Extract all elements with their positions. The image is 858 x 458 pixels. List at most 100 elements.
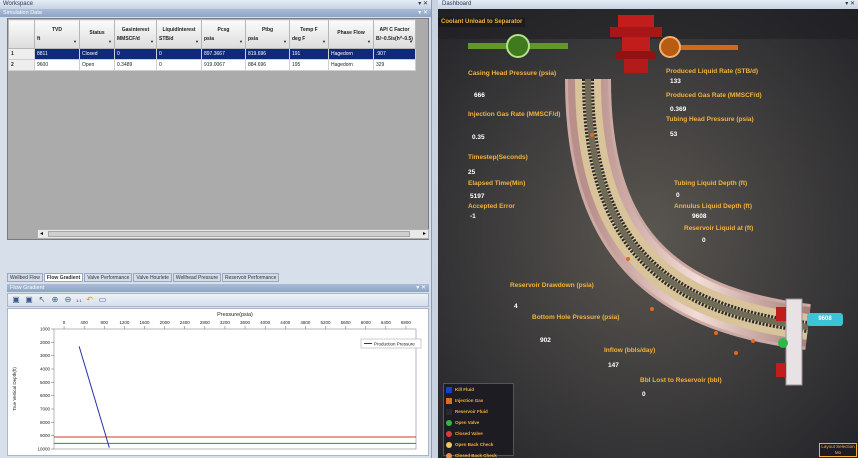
metric-value: 0.369 (670, 106, 687, 113)
pin-icon[interactable]: ▾ ✕ (845, 0, 855, 9)
metric-value: 147 (608, 362, 619, 369)
row-index[interactable]: 2 (8, 59, 35, 71)
x-tick-label: 800 (101, 320, 109, 325)
column-header-label: TVD (52, 26, 62, 33)
undo-icon[interactable]: ↶ (85, 295, 95, 305)
table-row[interactable]: 1 8811 Closed 0 0 897.3667 819.696 191 Hagedorn.… (8, 48, 416, 60)
filter-dropdown-icon[interactable]: ▼ (283, 39, 287, 44)
table-cell[interactable]: Closed (79, 48, 115, 60)
table-cell[interactable]: 329 (373, 59, 416, 71)
column-header[interactable]: Pcsg psia ▼ (201, 19, 246, 49)
column-header[interactable]: Ptbg psia ▼ (245, 19, 290, 49)
zoom-level[interactable]: 1:1 (76, 298, 82, 303)
filter-dropdown-icon[interactable]: ▼ (73, 39, 77, 44)
injection-valve-icon[interactable] (659, 36, 681, 58)
column-header[interactable]: Temp F deg F ▼ (289, 19, 329, 49)
metric-label: Reservoir Drawdown (psia) (510, 282, 594, 289)
table-cell[interactable]: Hagedorn (328, 48, 374, 60)
simulation-data-grid: TVD ft ▼ Status ▼ Gasinterest MMSCF/d ▼ LiquidIn… (7, 18, 429, 240)
square-swatch-icon (446, 386, 452, 393)
x-tick-label: 0 (63, 320, 66, 325)
y-tick-label: 7000 (40, 407, 51, 412)
scrollbar-thumb[interactable] (48, 231, 410, 237)
pin-icon[interactable]: ▾ ✕ (418, 9, 428, 17)
table-cell[interactable]: 9600 (34, 59, 80, 71)
table-cell[interactable]: Open (79, 59, 115, 71)
zoom-in-icon[interactable]: ⊕ (50, 295, 60, 305)
tab-valve-hourlete[interactable]: Valve Hourlete (133, 273, 172, 282)
legend-label: Closed Valve (455, 431, 483, 436)
column-header[interactable]: Phase Flow ▼ (328, 19, 374, 49)
layout-selection-button[interactable]: Layout Selection Mo (819, 443, 857, 457)
metric-label: Inflow (bbls/day) (604, 347, 656, 354)
depth-tag: 9608 (807, 313, 843, 326)
save-as-icon[interactable]: ▣ (24, 295, 34, 305)
metric-value: 0.35 (472, 134, 485, 141)
column-header-label: Temp F (300, 26, 318, 33)
column-header[interactable]: Gasinterest MMSCF/d ▼ (114, 19, 157, 49)
tab-wellhead-pressure[interactable]: Wellhead Pressure (172, 273, 222, 282)
separator-valve-icon[interactable] (506, 34, 530, 58)
filter-dropdown-icon[interactable]: ▼ (409, 39, 413, 44)
column-header[interactable]: Status ▼ (79, 19, 115, 49)
row-index[interactable]: 1 (8, 48, 35, 60)
column-header[interactable]: TVD ft ▼ (34, 19, 80, 49)
tab-flow-gradient[interactable]: Flow Gradient (43, 273, 84, 282)
table-cell[interactable]: 819.696 (245, 48, 290, 60)
x-tick-label: 6400 (381, 320, 392, 325)
filter-dropdown-icon[interactable]: ▼ (239, 39, 243, 44)
table-cell[interactable]: 191 (289, 48, 329, 60)
x-tick-label: 2400 (180, 320, 191, 325)
metric-label: Annulus Liquid Depth (ft) (674, 203, 752, 210)
table-cell[interactable]: Hagedorn (328, 59, 374, 71)
column-unit-label: MMSCF/d (117, 35, 140, 42)
workspace-title: Workspace (3, 1, 33, 7)
table-cell[interactable]: 897.3667 (201, 48, 246, 60)
x-tick-label: 3200 (220, 320, 231, 325)
legend-label: Kill Fluid (455, 387, 474, 392)
filter-dropdown-icon[interactable]: ▼ (322, 39, 326, 44)
tab-valve-performance[interactable]: Valve Performance (84, 273, 133, 282)
table-cell[interactable]: 0 (156, 59, 202, 71)
column-header-label: LiquidInterest (162, 26, 196, 33)
chart-svg: Pressure(psia) 0 400 800 1200 1600 2000 2400 280… (12, 312, 422, 452)
column-header[interactable]: LiquidInterest STB/d ▼ (156, 19, 202, 49)
circle-swatch-icon (446, 452, 452, 458)
save-icon[interactable]: ▣ (11, 295, 21, 305)
column-header[interactable]: API C Factor B/~0.5/s(h^-0.5) ▼ (373, 19, 416, 49)
filter-dropdown-icon[interactable]: ▼ (150, 39, 154, 44)
table-cell[interactable]: 919.0067 (201, 59, 246, 71)
table-cell[interactable]: .907 (373, 48, 416, 60)
legend-item: Closed Back Check (444, 450, 513, 458)
table-cell[interactable]: 0.3489 (114, 59, 157, 71)
metric-value: 0 (702, 237, 706, 244)
metric-label: Tubing Head Pressure (psia) (666, 116, 754, 123)
legend-label: Open Back Check (455, 442, 494, 447)
table-cell[interactable]: 0 (156, 48, 202, 60)
table-row[interactable]: 2 9600 Open 0.3489 0 919.0067 884.696 195 Hagedo… (8, 59, 416, 71)
metric-value: 0 (642, 391, 646, 398)
scroll-right-icon[interactable]: ▸ (423, 230, 426, 239)
pin-icon[interactable]: ▾ ✕ (418, 0, 428, 9)
legend-label: Injection Gas (455, 398, 484, 403)
zoom-out-icon[interactable]: ⊖ (63, 295, 73, 305)
open-valve-icon[interactable] (778, 338, 788, 348)
scroll-left-icon[interactable]: ◂ (40, 230, 43, 239)
pin-icon[interactable]: ▾ ✕ (416, 284, 426, 292)
tab-reservoir-performance[interactable]: Reservoir Performance (222, 273, 280, 282)
horizontal-scrollbar[interactable]: ◂ ▸ (37, 229, 429, 239)
table-cell[interactable]: 8811 (34, 48, 80, 60)
filter-dropdown-icon[interactable]: ▼ (195, 39, 199, 44)
y-tick-label: 6000 (40, 393, 51, 398)
reset-icon[interactable]: ▭ (98, 295, 108, 305)
bottom-tabs: Wellbed Flow Flow Gradient Valve Performan… (7, 273, 280, 282)
filter-dropdown-icon[interactable]: ▼ (108, 39, 112, 44)
legend-item: Open Valve (444, 417, 513, 428)
pointer-icon[interactable]: ↖ (37, 295, 47, 305)
filter-dropdown-icon[interactable]: ▼ (367, 39, 371, 44)
table-cell[interactable]: 195 (289, 59, 329, 71)
table-cell[interactable]: 884.696 (245, 59, 290, 71)
tab-wellbed-flow[interactable]: Wellbed Flow (7, 273, 43, 282)
table-cell[interactable]: 0 (114, 48, 157, 60)
legend-label: Production Pressure (374, 342, 415, 347)
